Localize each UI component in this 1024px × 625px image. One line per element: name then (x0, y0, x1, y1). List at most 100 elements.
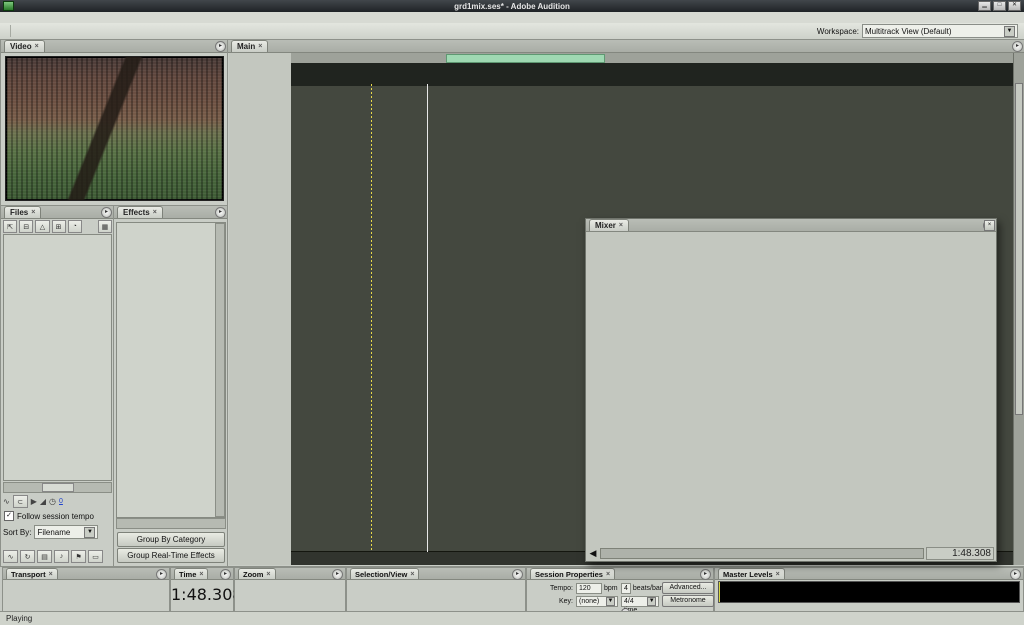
preview-clock-icon[interactable]: ◷ (49, 497, 56, 506)
workspace-select[interactable]: Multitrack View (Default) ▼ (862, 24, 1018, 38)
transport-panel: Transport × ▸ (2, 567, 170, 614)
panel-menu-button[interactable]: ▸ (215, 41, 226, 52)
tab-files[interactable]: Files × (4, 206, 42, 218)
tab-zoom[interactable]: Zoom × (238, 568, 276, 579)
panel-menu-button[interactable]: ▸ (512, 569, 523, 580)
bpm-label: bpm (604, 584, 618, 592)
panel-menu-button[interactable]: ▸ (700, 569, 711, 580)
close-icon[interactable]: × (31, 209, 35, 216)
show-session-files-toggle[interactable]: ▭ (88, 550, 103, 563)
mixer-scroll-left-icon[interactable]: ◀ (588, 548, 598, 559)
follow-session-tempo-checkbox[interactable]: ✓ (4, 511, 14, 521)
close-file-button[interactable]: ⊟ (19, 220, 34, 233)
timeline-vertical-scrollbar[interactable] (1013, 53, 1024, 565)
key-label: Key: (558, 597, 573, 605)
auto-play-icon[interactable]: ∿ (3, 497, 10, 506)
preview-value[interactable]: 0 (59, 498, 63, 505)
tab-main[interactable]: Main × (231, 40, 269, 52)
selection-view-panel: Selection/View × ▸ (346, 567, 526, 614)
time-panel: Time × ▸ 1:48.308 (170, 567, 243, 614)
toolbar-separator (10, 25, 11, 37)
close-button[interactable]: ✕ (1008, 1, 1021, 11)
insert-into-cd-button[interactable]: ◔ (67, 220, 82, 233)
edit-cursor-line (371, 84, 372, 552)
advanced-button[interactable]: Advanced... (662, 582, 714, 594)
chevron-down-icon: ▼ (84, 526, 96, 538)
show-loop-files-toggle[interactable]: ↻ (20, 550, 35, 563)
window-title: grd1mix.ses* - Adobe Audition (454, 1, 570, 11)
effects-panel: Effects × ▸ Group By Category Group Real-… (113, 205, 229, 567)
tab-master-levels[interactable]: Master Levels × (718, 568, 785, 579)
status-playing: Playing (6, 614, 33, 623)
insert-into-session-button[interactable]: ⊞ (51, 220, 66, 233)
master-level-meters[interactable] (718, 581, 1020, 603)
play-preview-icon[interactable]: ▶ (31, 497, 37, 506)
chevron-down-icon: ▼ (606, 596, 615, 606)
chevron-down-icon: ▼ (1004, 25, 1015, 37)
edit-file-button[interactable]: △ (35, 220, 50, 233)
panel-menu-button[interactable]: ▸ (215, 207, 226, 218)
chevron-down-icon: ▼ (647, 596, 656, 606)
effects-tree (116, 222, 226, 518)
time-signature-select[interactable]: 4/4 time ▼ (621, 595, 659, 614)
close-icon[interactable]: × (35, 43, 39, 50)
import-file-button[interactable]: ⇱ (3, 220, 18, 233)
time-display: 1:48.308 (171, 585, 243, 604)
group-by-category-button[interactable]: Group By Category (117, 532, 225, 547)
title-bar: grd1mix.ses* - Adobe Audition ▁ □ ✕ (0, 0, 1024, 12)
close-icon[interactable]: × (258, 43, 262, 50)
video-panel: Video × ▸ (0, 39, 229, 207)
tab-mixer[interactable]: Mixer × (589, 219, 629, 231)
files-horizontal-scrollbar[interactable] (3, 482, 112, 493)
panel-menu-button[interactable]: ▸ (1012, 41, 1023, 52)
panel-menu-button[interactable]: ▸ (101, 207, 112, 218)
mixer-close-button[interactable]: × (984, 220, 995, 231)
mixer-window: Mixer× ▸ × ◀ 1:48.308 (585, 218, 997, 562)
mixer-time-display: 1:48.308 (926, 546, 994, 560)
advanced-options-toggle[interactable]: ▦ (97, 220, 113, 233)
close-icon[interactable]: × (153, 209, 157, 216)
group-realtime-effects-button[interactable]: Group Real-Time Effects (117, 548, 225, 563)
tab-selection-view[interactable]: Selection/View × (350, 568, 420, 579)
panel-menu-button[interactable]: ▸ (332, 569, 343, 580)
beats-per-bar-input[interactable]: 4 (621, 582, 631, 594)
toolbar: Workspace: Multitrack View (Default) ▼ (0, 23, 1024, 40)
volume-icon[interactable]: ◢ (40, 497, 46, 506)
tab-video[interactable]: Video × (4, 40, 45, 52)
effects-vertical-scrollbar[interactable] (215, 223, 225, 517)
panel-menu-button[interactable]: ▸ (220, 569, 231, 580)
files-panel: Files × ▸ ⇱ ⊟ △ ⊞ ◔ ▦ ∿ ⊂ ▶ ◢ ◷ 0 ✓ Follo… (0, 205, 115, 567)
track-controls-column (229, 53, 292, 565)
tab-transport[interactable]: Transport × (6, 568, 58, 579)
workspace-label: Workspace: (816, 26, 859, 36)
tempo-input[interactable]: 120 (576, 582, 602, 594)
show-midi-files-toggle[interactable]: ♪ (54, 550, 69, 563)
zoom-panel: Zoom × ▸ (234, 567, 346, 614)
tab-effects[interactable]: Effects × (117, 206, 163, 218)
sort-by-label: Sort By: (3, 527, 32, 537)
show-markers-toggle[interactable]: ⚑ (71, 550, 86, 563)
file-list (3, 234, 112, 481)
show-video-files-toggle[interactable]: ▤ (37, 550, 52, 563)
status-bar: Playing (0, 611, 1024, 625)
metronome-button[interactable]: Metronome (662, 595, 714, 607)
tab-session-properties[interactable]: Session Properties × (530, 568, 616, 579)
video-preview (5, 56, 224, 201)
panel-menu-button[interactable]: ▸ (156, 569, 167, 580)
close-icon[interactable]: × (619, 222, 623, 229)
timeline-view-range[interactable] (446, 54, 605, 63)
maximize-button[interactable]: □ (993, 1, 1006, 11)
mixer-horizontal-scrollbar[interactable] (600, 547, 924, 559)
session-properties-panel: Session Properties × ▸ Tempo: 120 bpm 4 b… (526, 567, 714, 625)
tab-time[interactable]: Time × (174, 568, 209, 579)
master-levels-panel: Master Levels × ▸ (714, 567, 1024, 614)
adobe-audition-window: grd1mix.ses* - Adobe Audition ▁ □ ✕ Work… (0, 0, 1024, 625)
key-select[interactable]: (none) ▼ (576, 595, 618, 607)
effects-horizontal-scrollbar[interactable] (116, 518, 226, 529)
panel-menu-button[interactable]: ▸ (1010, 569, 1021, 580)
playback-cursor-line (427, 84, 428, 552)
loop-preview-button[interactable]: ⊂ (12, 495, 28, 508)
sort-by-select[interactable]: Filename ▼ (34, 525, 99, 539)
show-audio-files-toggle[interactable]: ∿ (3, 550, 18, 563)
minimize-button[interactable]: ▁ (978, 1, 991, 11)
